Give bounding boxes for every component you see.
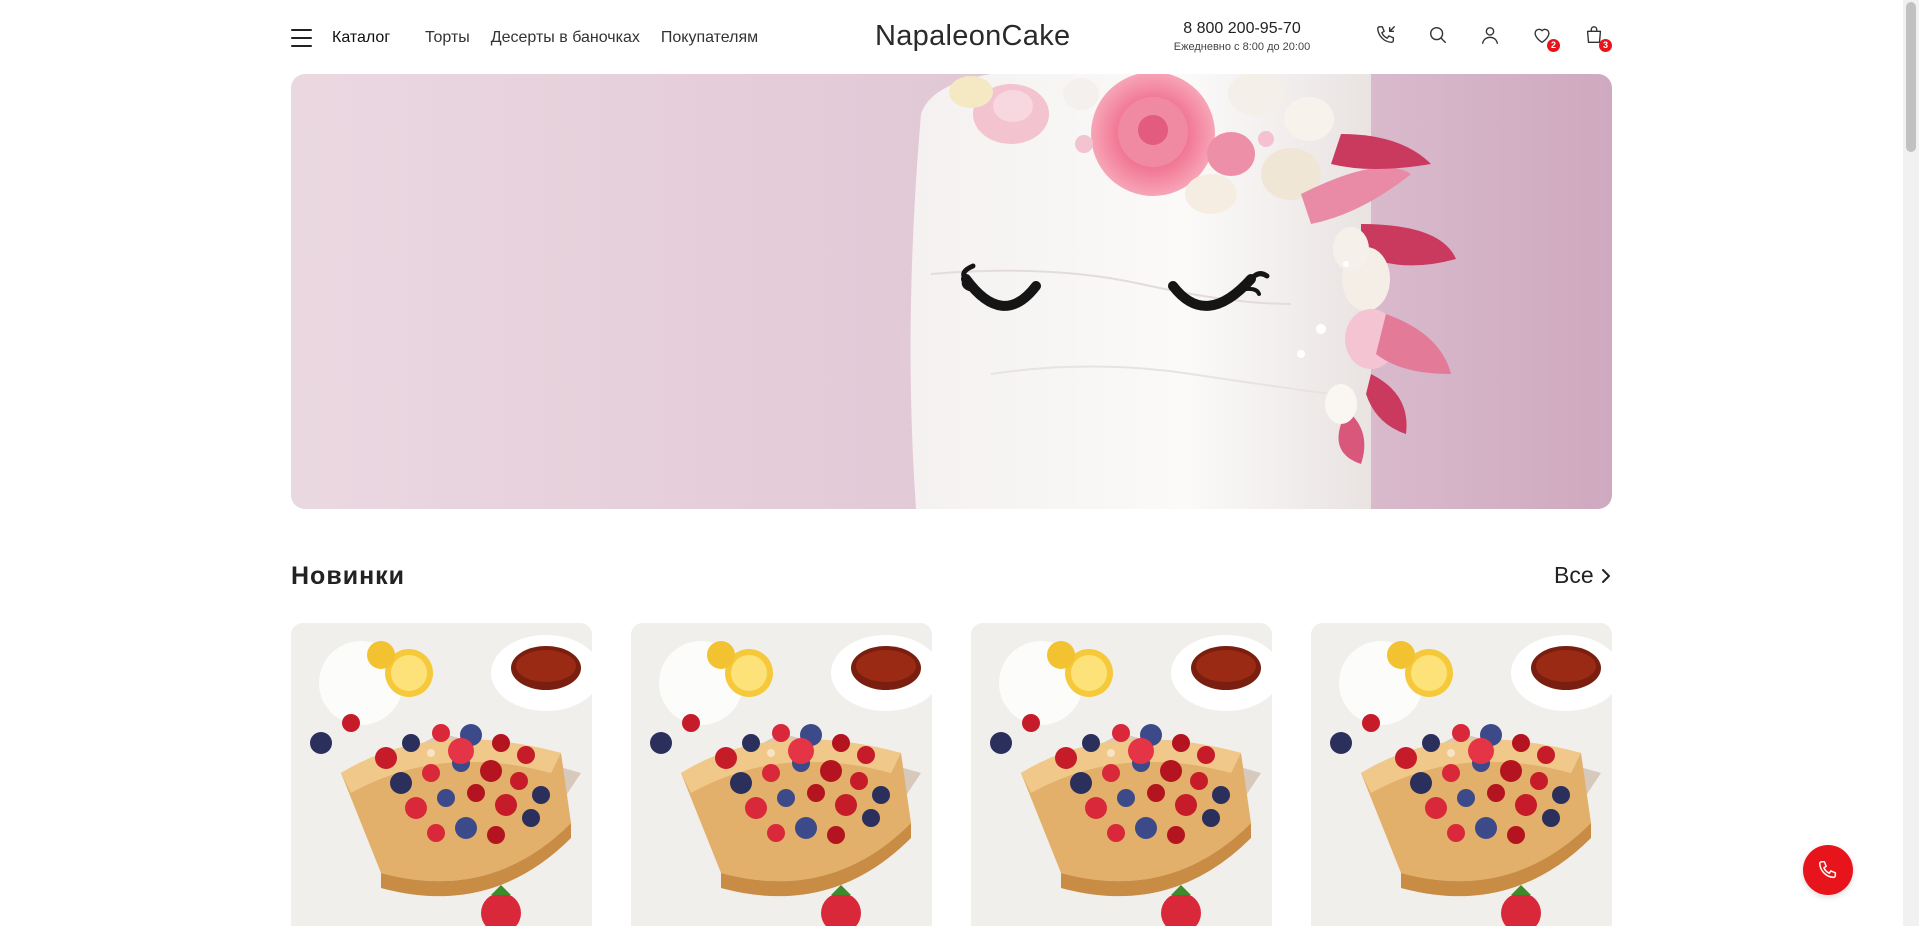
catalog-link[interactable]: Каталог [332, 29, 390, 47]
nav-item-jar-desserts[interactable]: Десерты в баночках [491, 29, 640, 47]
phone-block: 8 800 200-95-70 Ежедневно с 8:00 до 20:0… [1169, 20, 1315, 53]
page-scrollbar[interactable] [1903, 0, 1919, 926]
section-title-new: Новинки [291, 562, 406, 590]
hero-banner[interactable] [291, 74, 1612, 509]
phone-icon [1819, 861, 1837, 879]
working-hours: Ежедневно с 8:00 до 20:00 [1173, 41, 1311, 53]
view-all-label: Все [1554, 562, 1594, 588]
phone-callback-icon[interactable] [1375, 24, 1397, 48]
hero-cake-image [910, 74, 1456, 509]
cart-bag-icon[interactable]: 3 [1583, 24, 1612, 52]
search-icon[interactable] [1427, 24, 1449, 48]
view-all-link[interactable]: Все [1554, 562, 1612, 589]
main-nav: Торты Десерты в баночках Покупателям [425, 29, 758, 47]
product-card[interactable] [291, 623, 592, 926]
callback-button[interactable] [1803, 845, 1853, 895]
product-card[interactable] [1311, 623, 1612, 926]
menu-burger-icon[interactable] [291, 29, 312, 47]
product-cards [291, 623, 1612, 926]
product-image [1311, 623, 1612, 926]
nav-item-cakes[interactable]: Торты [425, 29, 470, 47]
product-image [971, 623, 1272, 926]
scroll-thumb[interactable] [1906, 2, 1916, 152]
page: Каталог Торты Десерты в баночках Покупат… [0, 0, 1903, 926]
nav-item-customers[interactable]: Покупателям [661, 29, 758, 47]
product-card[interactable] [631, 623, 932, 926]
favorites-heart-icon[interactable]: 2 [1531, 24, 1560, 52]
product-image [631, 623, 932, 926]
chevron-right-icon [1601, 568, 1610, 583]
site-header: Каталог Торты Десерты в баночках Покупат… [291, 0, 1612, 74]
site-logo[interactable]: NapaleonCake [875, 20, 1070, 53]
phone-number[interactable]: 8 800 200-95-70 [1169, 20, 1315, 38]
cart-count-badge: 3 [1599, 39, 1612, 52]
favorites-count-badge: 2 [1547, 39, 1560, 52]
product-card[interactable] [971, 623, 1272, 926]
product-image [291, 623, 592, 926]
user-icon[interactable] [1479, 24, 1501, 48]
header-icons: 2 3 [1375, 24, 1612, 52]
